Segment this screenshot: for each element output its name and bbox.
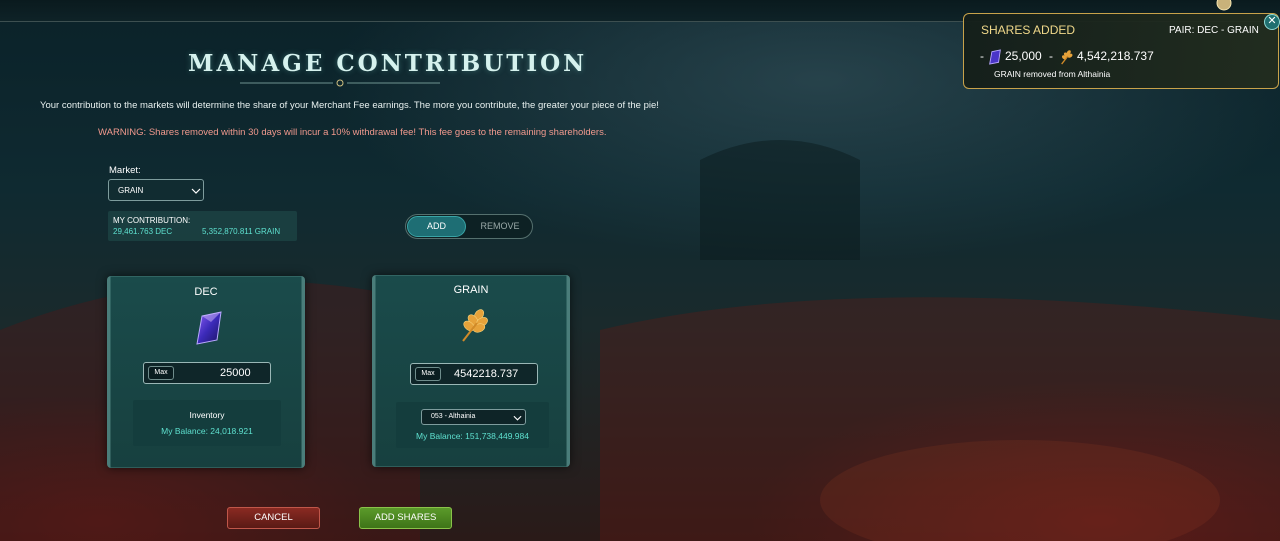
market-select[interactable]: GRAIN (108, 179, 204, 201)
toast-dash: - (1049, 49, 1053, 63)
dec-inventory-box: Inventory My Balance: 24,018.921 (133, 400, 281, 446)
grain-amount-field[interactable]: Max 4542218.737 (410, 363, 538, 385)
dec-card: DEC Max 25000 Inventory My Balance: 24,0… (107, 276, 305, 468)
intro-text: Your contribution to the markets will de… (40, 100, 659, 111)
page-title: MANAGE CONTRIBUTION (188, 50, 588, 77)
cancel-button[interactable]: CANCEL (227, 507, 320, 529)
warning-text: WARNING: Shares removed within 30 days w… (98, 127, 607, 138)
dec-amount-field[interactable]: Max 25000 (143, 362, 271, 384)
land-select[interactable]: 053 - Althainia (421, 409, 526, 425)
grain-wheat-icon (462, 309, 488, 342)
dec-balance: My Balance: 24,018.921 (161, 426, 253, 436)
land-selected-value: 053 - Althainia (431, 413, 476, 420)
toast-pair: PAIR: DEC - GRAIN (1169, 25, 1259, 36)
grain-card-title: GRAIN (453, 284, 489, 296)
market-label: Market: (109, 165, 141, 176)
tab-add[interactable]: ADD (407, 216, 466, 237)
grain-amount-value[interactable]: 4542218.737 (454, 368, 518, 380)
contribution-grain: 5,352,870.811 GRAIN (202, 227, 281, 236)
toast-title: SHARES ADDED (981, 23, 1076, 37)
medallion-icon (1216, 0, 1232, 11)
dec-crystal-icon (196, 311, 222, 345)
toast-dash: - (980, 49, 984, 63)
dec-max-button[interactable]: Max (148, 366, 174, 380)
grain-balance: My Balance: 151,738,449.984 (416, 431, 529, 441)
dec-amount-value[interactable]: 25000 (220, 367, 251, 379)
grain-inventory-box: 053 - Althainia My Balance: 151,738,449.… (396, 402, 549, 448)
inventory-label: Inventory (189, 410, 225, 420)
tab-remove[interactable]: REMOVE (470, 216, 530, 237)
grain-max-button[interactable]: Max (415, 367, 441, 381)
title-ornament-icon (240, 79, 440, 87)
toast-grain-amount: 4,542,218.737 (1077, 49, 1154, 63)
chevron-down-icon (191, 188, 201, 194)
my-contribution-panel: MY CONTRIBUTION: 29,461.763 DEC 5,352,87… (108, 211, 297, 241)
toast-dec-amount: 25,000 (1005, 49, 1042, 63)
dec-crystal-icon (989, 49, 1001, 65)
chevron-down-icon (513, 415, 522, 421)
grain-card: GRAIN Max 4542218.737 053 - Althainia My… (372, 275, 570, 467)
close-icon[interactable]: ✕ (1264, 14, 1280, 30)
shares-added-toast: SHARES ADDED PAIR: DEC - GRAIN ✕ - 25,00… (963, 13, 1280, 89)
contribution-label: MY CONTRIBUTION: (113, 216, 191, 225)
market-selected-value: GRAIN (118, 186, 144, 195)
add-shares-button[interactable]: ADD SHARES (359, 507, 452, 529)
toast-message: GRAIN removed from Althainia (994, 69, 1111, 79)
dec-card-title: DEC (194, 286, 218, 298)
add-remove-toggle: ADD REMOVE (405, 214, 533, 239)
contribution-dec: 29,461.763 DEC (113, 227, 173, 236)
grain-wheat-icon (1061, 50, 1073, 65)
